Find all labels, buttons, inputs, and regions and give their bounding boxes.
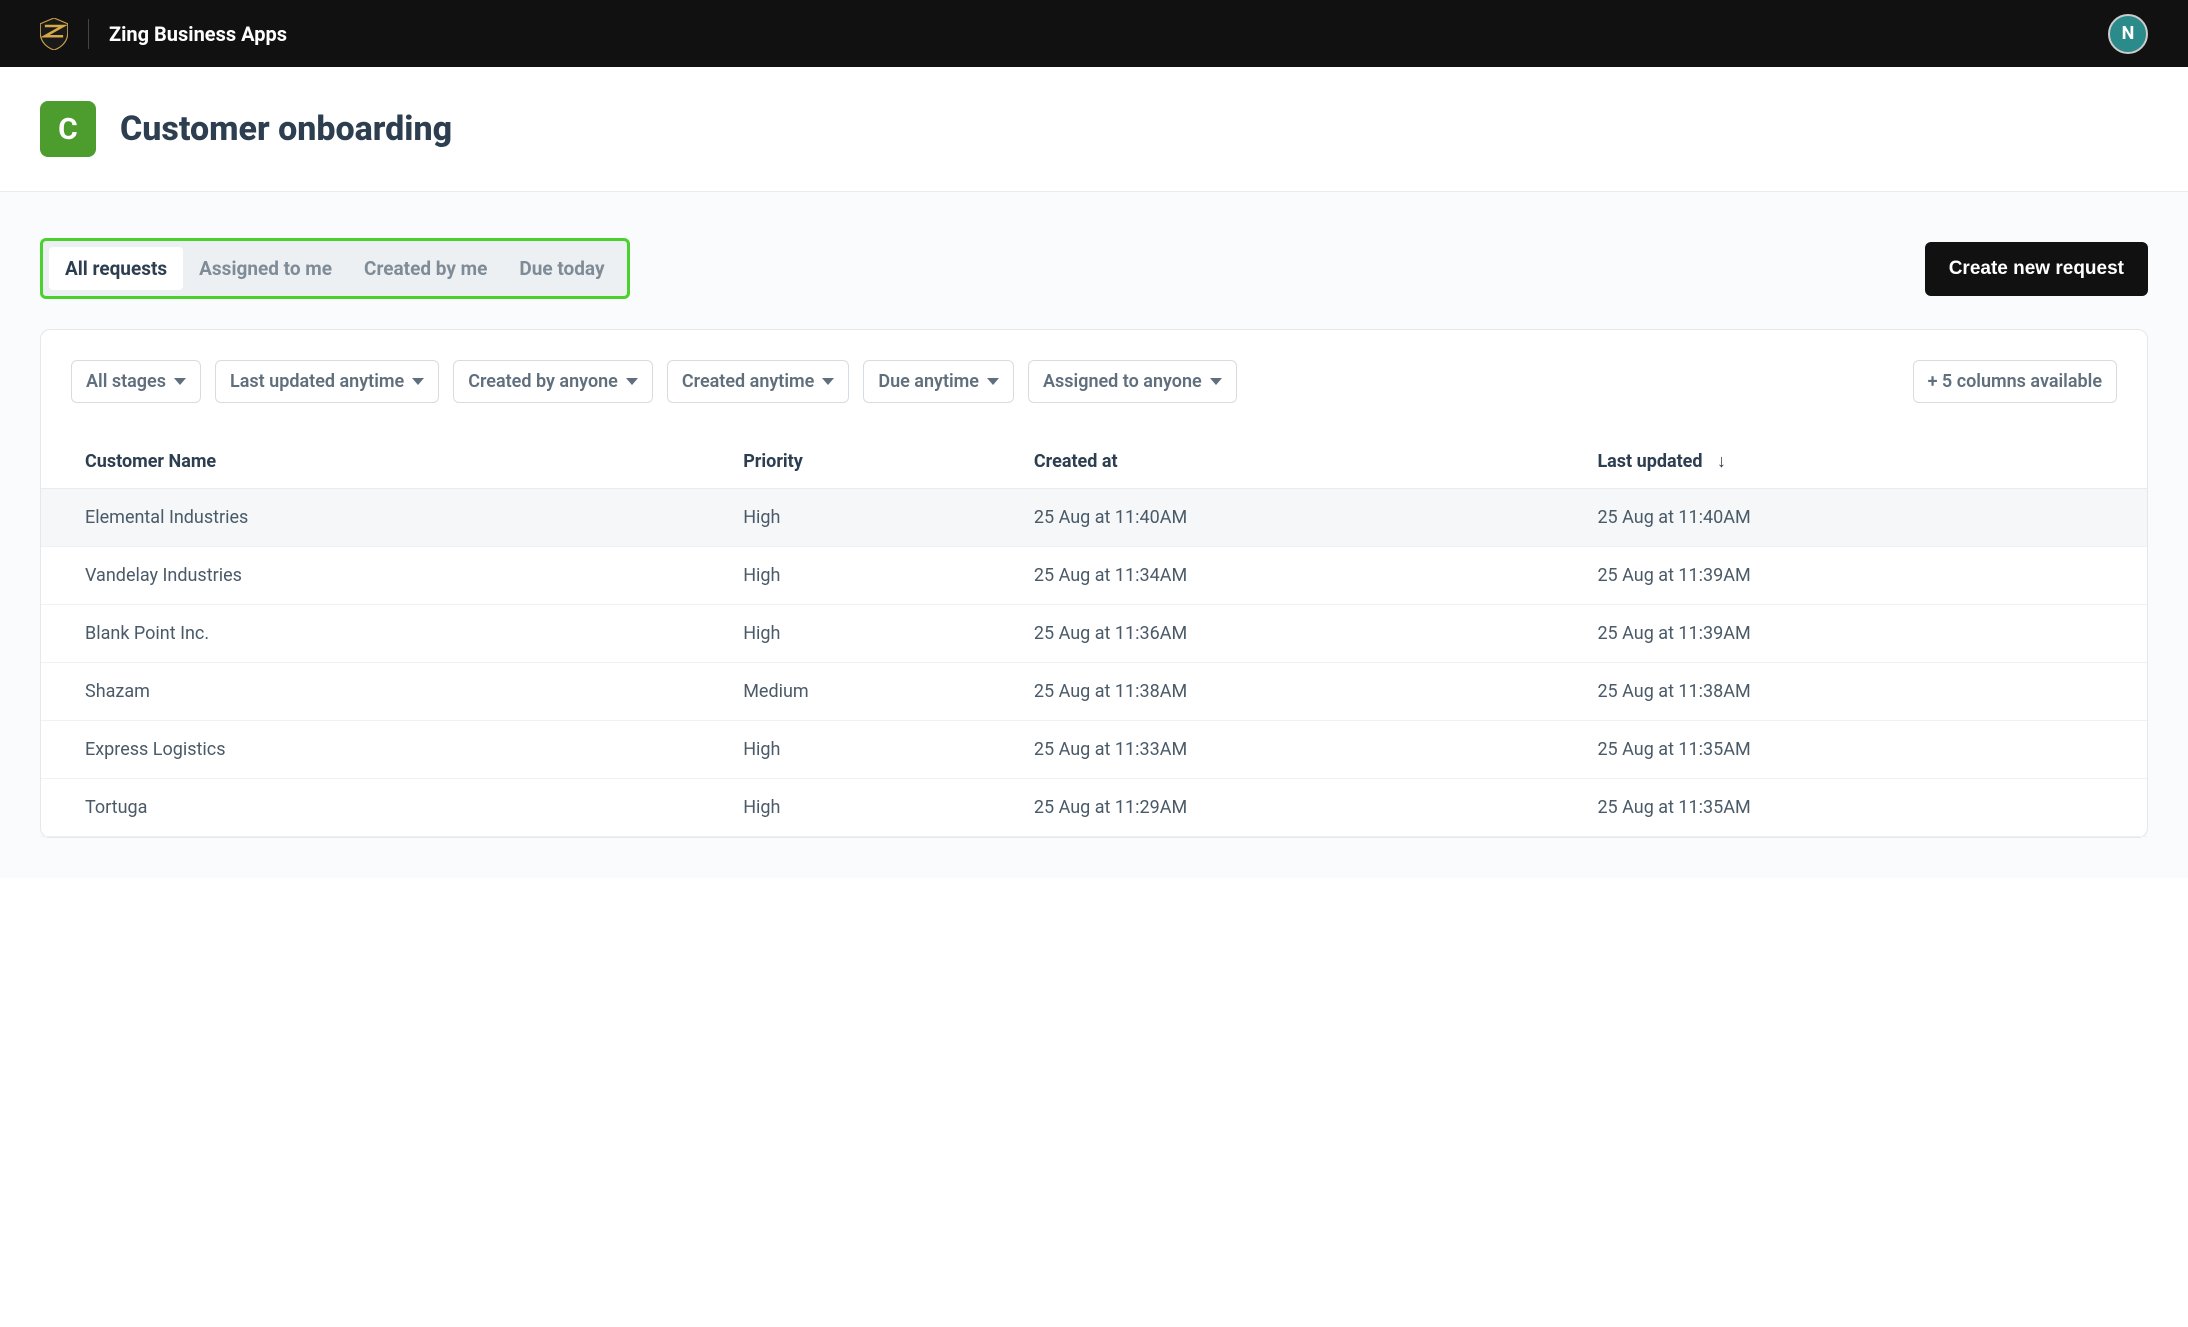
filter-created-anytime[interactable]: Created anytime (667, 360, 849, 403)
filter-assigned-to-anyone[interactable]: Assigned to anyone (1028, 360, 1237, 403)
cell-customer-name: Blank Point Inc. (41, 605, 729, 663)
col-last-updated[interactable]: Last updated ↓ (1583, 435, 2147, 489)
filter-label: All stages (86, 371, 166, 392)
avatar[interactable]: N (2108, 14, 2148, 54)
cell-created-at: 25 Aug at 11:33AM (1020, 721, 1584, 779)
cell-priority: High (729, 489, 1020, 547)
chevron-down-icon (174, 378, 186, 385)
table-row[interactable]: Vandelay IndustriesHigh25 Aug at 11:34AM… (41, 547, 2147, 605)
filter-label: Assigned to anyone (1043, 371, 1202, 392)
chevron-down-icon (1210, 378, 1222, 385)
topbar-left: Zing Business Apps (40, 18, 287, 50)
arrow-down-icon: ↓ (1717, 451, 1726, 472)
app-name[interactable]: Zing Business Apps (109, 22, 287, 46)
cell-created-at: 25 Aug at 11:34AM (1020, 547, 1584, 605)
filters-left: All stages Last updated anytime Created … (71, 360, 1899, 417)
cell-customer-name: Express Logistics (41, 721, 729, 779)
tabs-box: All requests Assigned to me Created by m… (40, 238, 630, 299)
chevron-down-icon (626, 378, 638, 385)
avatar-initial: N (2122, 23, 2135, 44)
create-new-request-button[interactable]: Create new request (1925, 242, 2148, 296)
requests-panel: All stages Last updated anytime Created … (40, 329, 2148, 838)
cell-last-updated: 25 Aug at 11:38AM (1583, 663, 2147, 721)
tabs-row: All requests Assigned to me Created by m… (40, 192, 2148, 329)
tab-due-today[interactable]: Due today (503, 247, 620, 290)
cell-priority: High (729, 721, 1020, 779)
cell-priority: High (729, 547, 1020, 605)
table-row[interactable]: Elemental IndustriesHigh25 Aug at 11:40A… (41, 489, 2147, 547)
cell-priority: Medium (729, 663, 1020, 721)
shield-logo-icon (40, 18, 68, 50)
page-header: C Customer onboarding (0, 67, 2188, 192)
cell-customer-name: Shazam (41, 663, 729, 721)
cell-last-updated: 25 Aug at 11:39AM (1583, 605, 2147, 663)
cell-last-updated: 25 Aug at 11:39AM (1583, 547, 2147, 605)
filter-created-by[interactable]: Created by anyone (453, 360, 653, 403)
table-row[interactable]: Express LogisticsHigh25 Aug at 11:33AM25… (41, 721, 2147, 779)
cell-created-at: 25 Aug at 11:38AM (1020, 663, 1584, 721)
cell-priority: High (729, 605, 1020, 663)
table-row[interactable]: TortugaHigh25 Aug at 11:29AM25 Aug at 11… (41, 779, 2147, 837)
page-icon-letter: C (58, 112, 78, 147)
chevron-down-icon (412, 378, 424, 385)
cell-last-updated: 25 Aug at 11:35AM (1583, 779, 2147, 837)
filters-row: All stages Last updated anytime Created … (41, 360, 2147, 423)
page-title: Customer onboarding (120, 109, 452, 149)
cell-created-at: 25 Aug at 11:29AM (1020, 779, 1584, 837)
filter-all-stages[interactable]: All stages (71, 360, 201, 403)
cell-last-updated: 25 Aug at 11:35AM (1583, 721, 2147, 779)
tab-created-by-me[interactable]: Created by me (348, 247, 503, 290)
requests-table: Customer Name Priority Created at Last u… (41, 435, 2147, 837)
cell-last-updated: 25 Aug at 11:40AM (1583, 489, 2147, 547)
col-priority[interactable]: Priority (729, 435, 1020, 489)
table-row[interactable]: ShazamMedium25 Aug at 11:38AM25 Aug at 1… (41, 663, 2147, 721)
filter-label: Created anytime (682, 371, 814, 392)
table-row[interactable]: Blank Point Inc.High25 Aug at 11:36AM25 … (41, 605, 2147, 663)
tab-assigned-to-me[interactable]: Assigned to me (183, 247, 348, 290)
content: All requests Assigned to me Created by m… (0, 192, 2188, 878)
cell-customer-name: Elemental Industries (41, 489, 729, 547)
col-customer-name[interactable]: Customer Name (41, 435, 729, 489)
columns-available-button[interactable]: + 5 columns available (1913, 360, 2117, 403)
cell-customer-name: Vandelay Industries (41, 547, 729, 605)
table-header-row: Customer Name Priority Created at Last u… (41, 435, 2147, 489)
tab-all-requests[interactable]: All requests (49, 247, 183, 290)
table-area: Customer Name Priority Created at Last u… (41, 435, 2147, 837)
topbar: Zing Business Apps N (0, 0, 2188, 67)
filter-due-anytime[interactable]: Due anytime (863, 360, 1014, 403)
chevron-down-icon (822, 378, 834, 385)
topbar-divider (88, 19, 89, 49)
page-icon: C (40, 101, 96, 157)
cell-created-at: 25 Aug at 11:40AM (1020, 489, 1584, 547)
filter-label: Due anytime (878, 371, 979, 392)
filter-label: Last updated anytime (230, 371, 404, 392)
col-created-at[interactable]: Created at (1020, 435, 1584, 489)
filter-last-updated[interactable]: Last updated anytime (215, 360, 439, 403)
cell-customer-name: Tortuga (41, 779, 729, 837)
col-last-updated-label: Last updated (1597, 451, 1702, 472)
filter-label: Created by anyone (468, 371, 618, 392)
chevron-down-icon (987, 378, 999, 385)
cell-priority: High (729, 779, 1020, 837)
columns-available-label: + 5 columns available (1928, 371, 2102, 392)
cell-created-at: 25 Aug at 11:36AM (1020, 605, 1584, 663)
